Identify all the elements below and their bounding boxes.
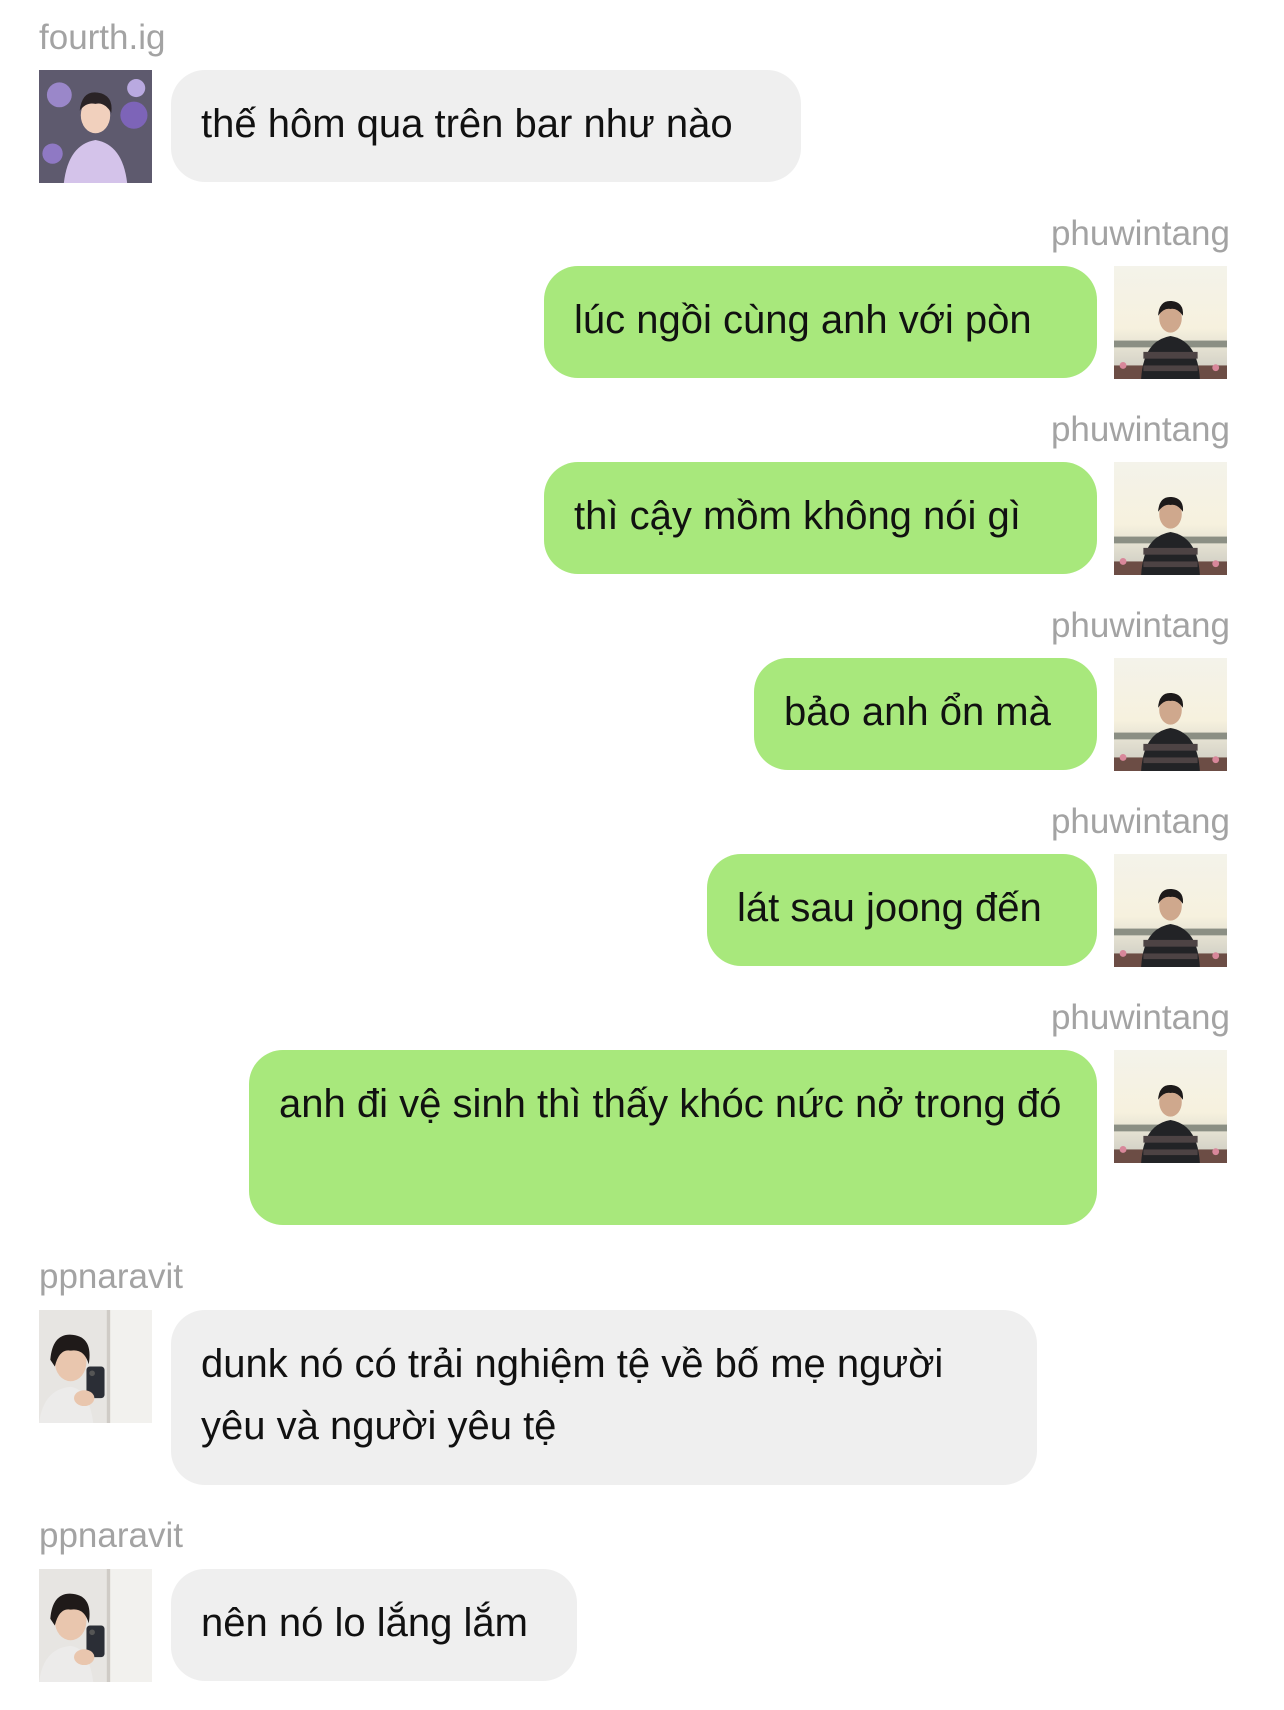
sender-name: phuwintang bbox=[1050, 410, 1230, 449]
sender-name: phuwintang bbox=[1050, 998, 1230, 1037]
phuwin-avatar[interactable] bbox=[1114, 462, 1227, 575]
sender-name: ppnaravit bbox=[39, 1257, 183, 1296]
pond-avatar[interactable] bbox=[39, 1569, 152, 1682]
phuwin-avatar[interactable] bbox=[1114, 854, 1227, 967]
sender-name: phuwintang bbox=[1050, 214, 1230, 253]
message-bubble[interactable]: thế hôm qua trên bar như nào bbox=[171, 70, 801, 182]
message-bubble[interactable]: nên nó lo lắng lắm bbox=[171, 1569, 577, 1681]
message-bubble[interactable]: anh đi vệ sinh thì thấy khóc nức nở tron… bbox=[249, 1050, 1097, 1225]
sender-name: fourth.ig bbox=[39, 18, 166, 57]
pond-avatar[interactable] bbox=[39, 1310, 152, 1423]
message-bubble[interactable]: bảo anh ổn mà bbox=[754, 658, 1097, 770]
sender-name: phuwintang bbox=[1050, 802, 1230, 841]
fourth-avatar[interactable] bbox=[39, 70, 152, 183]
sender-name: ppnaravit bbox=[39, 1516, 183, 1555]
message-bubble[interactable]: lúc ngồi cùng anh với pòn bbox=[544, 266, 1097, 378]
phuwin-avatar[interactable] bbox=[1114, 266, 1227, 379]
chat-thread: fourth.ig thế hôm qua trên bar như nào p… bbox=[0, 0, 1284, 1710]
phuwin-avatar[interactable] bbox=[1114, 658, 1227, 771]
message-bubble[interactable]: thì cậy mồm không nói gì bbox=[544, 462, 1097, 574]
sender-name: phuwintang bbox=[1050, 606, 1230, 645]
message-bubble[interactable]: dunk nó có trải nghiệm tệ về bố mẹ người… bbox=[171, 1310, 1037, 1485]
message-bubble[interactable]: lát sau joong đến bbox=[707, 854, 1097, 966]
phuwin-avatar[interactable] bbox=[1114, 1050, 1227, 1163]
